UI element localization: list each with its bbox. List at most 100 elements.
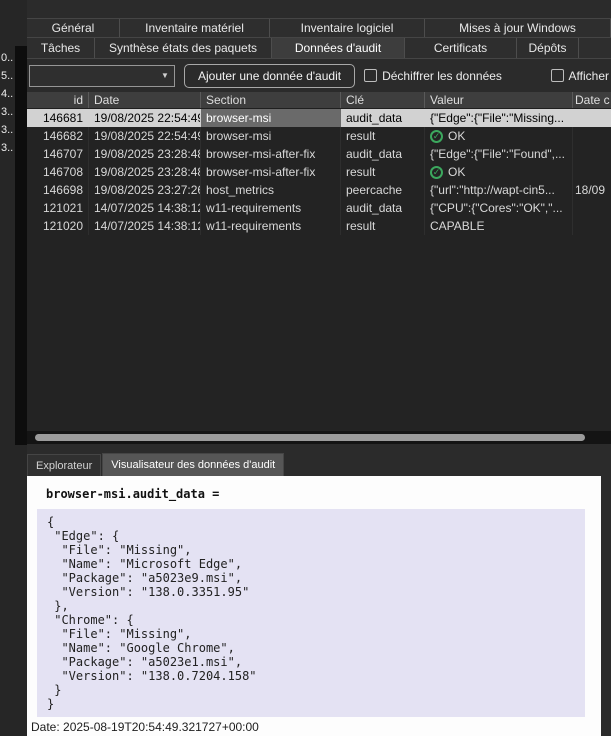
cell-key: result xyxy=(341,127,425,145)
host-list-item[interactable]: 0.. xyxy=(1,49,13,67)
host-list-item[interactable]: 3.. xyxy=(1,121,13,139)
column-header-val[interactable]: Valeur xyxy=(425,92,573,108)
panel-splitter[interactable] xyxy=(15,46,27,445)
cell-value-text: {"Edge":{"File":"Found",... xyxy=(430,147,565,161)
audit-table-body: 14668119/08/2025 22:54:49browser-msiaudi… xyxy=(27,109,611,431)
cell-sec: browser-msi-after-fix xyxy=(201,145,341,163)
column-header-dc[interactable]: Date c xyxy=(573,92,611,108)
cell-dc xyxy=(573,163,611,181)
cell-key: audit_data xyxy=(341,109,425,127)
cell-val: {"url":"http://wapt-cin5... xyxy=(425,181,573,199)
cell-val: {"Edge":{"File":"Missing... xyxy=(425,109,573,127)
horizontal-scrollbar[interactable] xyxy=(27,431,611,444)
host-list-item[interactable]: 5.. xyxy=(1,67,13,85)
cell-date: 14/07/2025 14:38:12 xyxy=(89,199,201,217)
cell-id: 121020 xyxy=(27,217,89,235)
tab-general[interactable]: Général xyxy=(27,19,120,37)
bottom-tab-explorateur[interactable]: Explorateur xyxy=(27,454,101,476)
cell-id: 121021 xyxy=(27,199,89,217)
cell-id: 146708 xyxy=(27,163,89,181)
cell-date: 14/07/2025 14:38:12 xyxy=(89,217,201,235)
cell-sec: w11-requirements xyxy=(201,217,341,235)
column-header-sec[interactable]: Section xyxy=(201,92,341,108)
tab-synthese-etats-des-paquets[interactable]: Synthèse états des paquets xyxy=(95,38,272,58)
cell-dc xyxy=(573,109,611,127)
viewer-date-line: Date: 2025-08-19T20:54:49.321727+00:00 xyxy=(31,720,259,734)
chevron-down-icon: ▼ xyxy=(156,71,174,80)
table-row[interactable]: 12102014/07/2025 14:38:12w11-requirement… xyxy=(27,217,611,235)
show-checkbox-label: Afficher xyxy=(569,69,609,83)
cell-id: 146681 xyxy=(27,109,89,127)
decrypt-checkbox-label: Déchiffrer les données xyxy=(382,69,502,83)
cell-sec: browser-msi xyxy=(201,109,341,127)
cell-dc xyxy=(573,217,611,235)
cell-value-text: {"url":"http://wapt-cin5... xyxy=(430,183,555,197)
cell-value-text: OK xyxy=(448,129,465,143)
ok-check-icon: ✓ xyxy=(430,166,443,179)
cell-val: CAPABLE xyxy=(425,217,573,235)
cell-id: 146707 xyxy=(27,145,89,163)
cell-id: 146682 xyxy=(27,127,89,145)
table-row[interactable]: 14670819/08/2025 23:28:48browser-msi-aft… xyxy=(27,163,611,181)
cell-id: 146698 xyxy=(27,181,89,199)
column-header-id[interactable]: id xyxy=(27,92,89,108)
cell-value-text: {"Edge":{"File":"Missing... xyxy=(430,111,564,125)
wapt-console-window: 0..5..4..3..3..3.. GénéralInventaire mat… xyxy=(0,0,611,736)
cell-dc xyxy=(573,145,611,163)
cell-val: {"Edge":{"File":"Found",... xyxy=(425,145,573,163)
cell-dc xyxy=(573,199,611,217)
host-list-item[interactable]: 4.. xyxy=(1,85,13,103)
audit-toolbar: ▼ Ajouter une donnée d'audit Déchiffrer … xyxy=(27,59,611,92)
cell-val: ✓ OK xyxy=(425,127,573,145)
tab-donnees-d-audit[interactable]: Données d'audit xyxy=(272,38,405,58)
audit-data-viewer-panel: browser-msi.audit_data = { "Edge": { "Fi… xyxy=(27,476,601,736)
cell-val: {"CPU":{"Cores":"OK","... xyxy=(425,199,573,217)
column-header-date[interactable]: Date xyxy=(89,92,201,108)
tab-mises-a-jour-windows[interactable]: Mises à jour Windows xyxy=(425,19,611,37)
cell-dc: 18/09 xyxy=(573,181,611,199)
cell-date: 19/08/2025 22:54:49 xyxy=(89,127,201,145)
checkbox-unchecked-icon xyxy=(551,69,564,82)
audit-filter-combobox[interactable]: ▼ xyxy=(29,65,175,87)
tab-taches[interactable]: Tâches xyxy=(27,38,95,58)
show-checkbox[interactable]: Afficher xyxy=(551,69,611,83)
scrollbar-thumb[interactable] xyxy=(35,434,585,441)
audit-page: GénéralInventaire matérielInventaire log… xyxy=(27,0,611,736)
add-audit-data-button[interactable]: Ajouter une donnée d'audit xyxy=(184,64,355,88)
cell-val: ✓OK xyxy=(425,163,573,181)
spacer xyxy=(27,444,611,453)
table-row[interactable]: 12102114/07/2025 14:38:12w11-requirement… xyxy=(27,199,611,217)
column-header-key[interactable]: Clé xyxy=(341,92,425,108)
tab-inventaire-materiel[interactable]: Inventaire matériel xyxy=(120,19,270,37)
cell-sec: browser-msi-after-fix xyxy=(201,163,341,181)
decrypt-data-checkbox[interactable]: Déchiffrer les données xyxy=(364,69,502,83)
cell-dc xyxy=(573,127,611,145)
bottom-tab-bar: ExplorateurVisualisateur des données d'a… xyxy=(27,453,611,476)
cell-sec: browser-msi xyxy=(201,127,341,145)
cell-key: result xyxy=(341,163,425,181)
cell-key: audit_data xyxy=(341,145,425,163)
bottom-tab-visualisateur-des-donnees-d-audit[interactable]: Visualisateur des données d'audit xyxy=(102,453,284,476)
cell-date: 19/08/2025 22:54:49 xyxy=(89,109,201,127)
table-row[interactable]: 14670719/08/2025 23:28:48browser-msi-aft… xyxy=(27,145,611,163)
cell-date: 19/08/2025 23:27:26 xyxy=(89,181,201,199)
checkbox-unchecked-icon xyxy=(364,69,377,82)
cell-key: audit_data xyxy=(341,199,425,217)
tab-bar-primary: GénéralInventaire matérielInventaire log… xyxy=(27,18,611,38)
ok-check-icon: ✓ xyxy=(430,130,443,143)
table-row[interactable]: 14668219/08/2025 22:54:49browser-msiresu… xyxy=(27,127,611,145)
cell-key: result xyxy=(341,217,425,235)
cell-date: 19/08/2025 23:28:48 xyxy=(89,145,201,163)
host-list-item[interactable]: 3.. xyxy=(1,103,13,121)
tab-bar-secondary: TâchesSynthèse états des paquetsDonnées … xyxy=(27,38,611,59)
tab-depots[interactable]: Dépôts xyxy=(517,38,579,58)
host-list-item[interactable]: 3.. xyxy=(1,139,13,157)
tab-inventaire-logiciel[interactable]: Inventaire logiciel xyxy=(270,19,425,37)
cell-value-text: {"CPU":{"Cores":"OK","... xyxy=(430,201,563,215)
tab-certificats[interactable]: Certificats xyxy=(405,38,517,58)
audit-table-header: idDateSectionCléValeurDate c xyxy=(27,92,611,109)
table-row[interactable]: 14669819/08/2025 23:27:26host_metricspee… xyxy=(27,181,611,199)
host-list-fragment: 0..5..4..3..3..3.. xyxy=(0,0,27,736)
table-row[interactable]: 14668119/08/2025 22:54:49browser-msiaudi… xyxy=(27,109,611,127)
cell-sec: host_metrics xyxy=(201,181,341,199)
